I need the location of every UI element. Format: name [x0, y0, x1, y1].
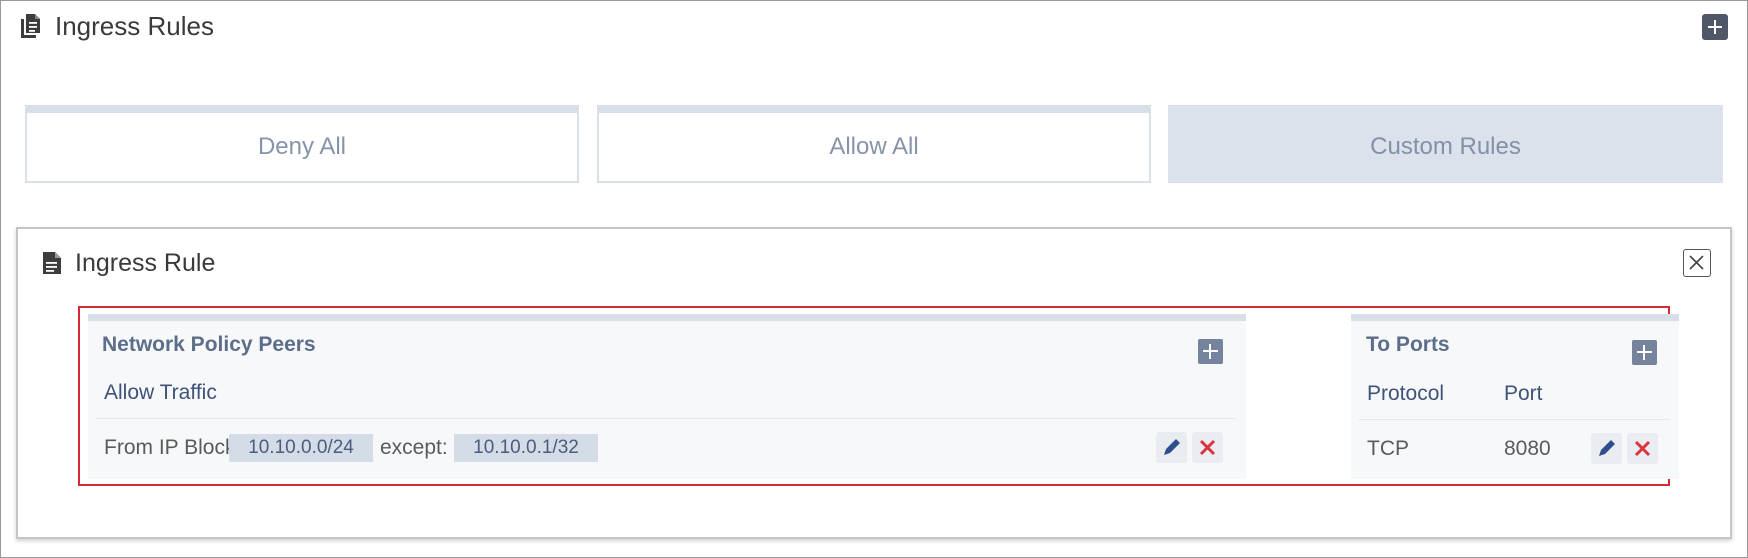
protocol-column-header: Protocol — [1367, 382, 1445, 405]
divider — [96, 418, 1236, 419]
from-ip-block-label: From IP Block: — [104, 436, 242, 459]
cidr-chip: 10.10.0.0/24 — [229, 434, 373, 462]
delete-x-icon — [1634, 440, 1651, 457]
panel-title: Ingress Rule — [75, 249, 216, 277]
allow-all-label: Allow All — [829, 133, 919, 160]
page-title: Ingress Rules — [55, 11, 214, 41]
to-ports-card: To Ports Protocol Port TCP 8080 — [1351, 314, 1679, 479]
allow-all-tile[interactable]: Allow All — [597, 105, 1151, 183]
highlight-box: Network Policy Peers Allow Traffic From … — [78, 306, 1679, 486]
pencil-icon — [1599, 440, 1615, 456]
pencil-icon — [1164, 439, 1180, 455]
deny-all-tile[interactable]: Deny All — [25, 105, 579, 183]
close-icon — [1689, 255, 1704, 270]
delete-peer-button[interactable] — [1192, 432, 1223, 463]
except-label: except: — [380, 436, 448, 459]
divider — [1359, 419, 1669, 420]
edit-port-button[interactable] — [1591, 433, 1622, 464]
edit-peer-button[interactable] — [1156, 432, 1187, 463]
delete-x-icon — [1199, 439, 1216, 456]
document-icon — [43, 252, 61, 274]
add-ingress-rule-button[interactable] — [1702, 14, 1728, 40]
allow-traffic-label: Allow Traffic — [104, 381, 217, 404]
close-button[interactable] — [1683, 249, 1711, 277]
add-port-button[interactable] — [1632, 340, 1657, 365]
peers-title: Network Policy Peers — [102, 333, 316, 356]
to-ports-title: To Ports — [1366, 333, 1450, 356]
ingress-rule-panel: Ingress Rule Network Policy Peers Allow … — [16, 227, 1732, 539]
ingress-rules-section: Ingress Rules Deny All Allow All Custom … — [0, 0, 1748, 558]
custom-rules-tile[interactable]: Custom Rules — [1168, 105, 1723, 183]
network-policy-peers-card: Network Policy Peers Allow Traffic From … — [88, 314, 1246, 479]
port-column-header: Port — [1504, 382, 1543, 405]
protocol-value: TCP — [1367, 437, 1409, 460]
deny-all-label: Deny All — [257, 133, 347, 160]
document-stack-icon — [21, 14, 40, 38]
port-value: 8080 — [1504, 437, 1551, 460]
except-cidr-chip: 10.10.0.1/32 — [454, 434, 598, 462]
delete-port-button[interactable] — [1627, 433, 1658, 464]
custom-rules-label: Custom Rules — [1370, 133, 1521, 160]
add-peer-button[interactable] — [1198, 339, 1223, 364]
